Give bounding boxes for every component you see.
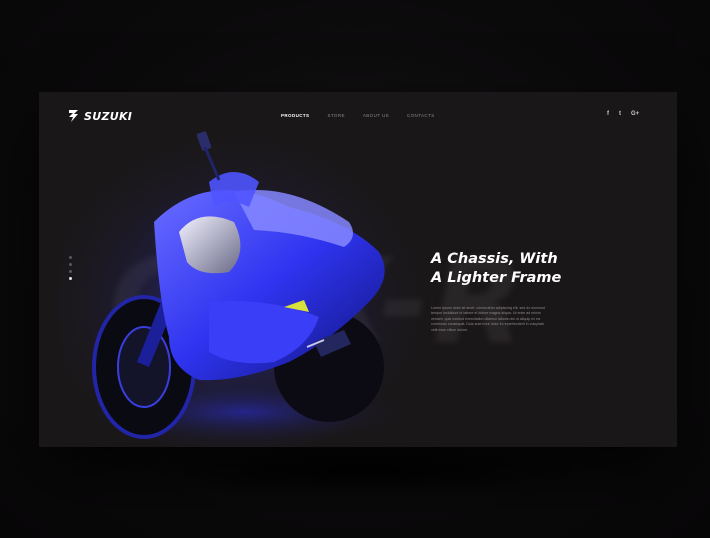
hero-description: Lorem ipsum dolor sit amet, consectetur …: [431, 306, 581, 333]
hero-title-line: A Chassis, With: [431, 251, 558, 267]
brand-name: SUZUKI: [84, 109, 133, 123]
slider-dot[interactable]: [69, 270, 72, 273]
hero-title: A Chassis, With A Lighter Frame: [431, 250, 561, 288]
suzuki-s-icon: [69, 110, 78, 122]
hero-card: GSX-R: [39, 92, 677, 447]
brand-logo[interactable]: SUZUKI: [67, 109, 132, 123]
nav-item-products[interactable]: PRODUCTS: [281, 113, 309, 118]
twitter-icon[interactable]: t: [619, 111, 621, 117]
card-shadow: [140, 440, 590, 500]
motorcycle-image: [59, 117, 419, 447]
nav-item-store[interactable]: STORE: [327, 113, 344, 118]
social-links: f t G+: [607, 111, 639, 117]
facebook-icon[interactable]: f: [607, 111, 609, 117]
slider-pagination: [69, 256, 72, 280]
hero-description-line: velit esse cillum dolore.: [431, 327, 469, 332]
nav-item-contacts[interactable]: CONTACTS: [407, 113, 435, 118]
slider-dot-active[interactable]: [69, 277, 72, 280]
slider-dot[interactable]: [69, 263, 72, 266]
hero-title-line: A Lighter Frame: [431, 270, 562, 286]
nav-item-about-us[interactable]: ABOUT US: [363, 113, 389, 118]
google-plus-icon[interactable]: G+: [631, 111, 639, 117]
main-nav: PRODUCTS STORE ABOUT US CONTACTS: [281, 113, 453, 118]
slider-dot[interactable]: [69, 256, 72, 259]
